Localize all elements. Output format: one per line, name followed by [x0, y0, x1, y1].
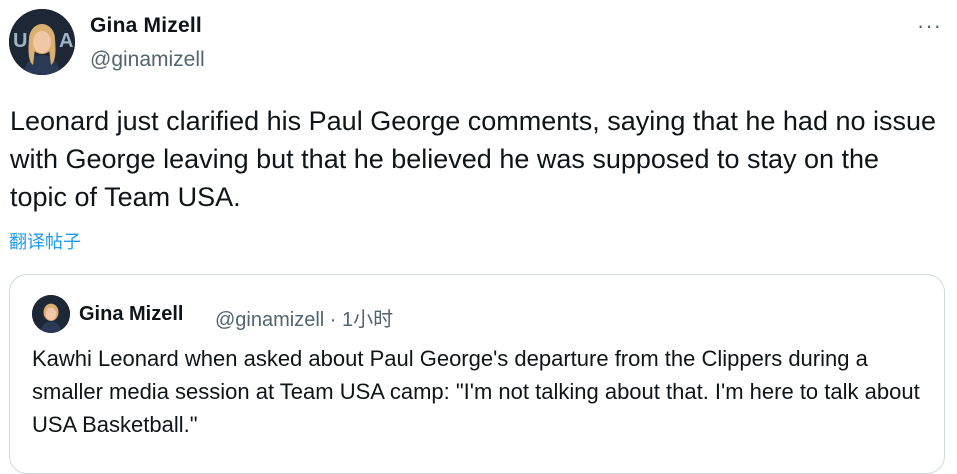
author-name[interactable]: Gina Mizell	[90, 14, 202, 38]
quoted-author-name[interactable]: Gina Mizell	[79, 303, 183, 326]
quoted-handle-time[interactable]: @ginamizell · 1小时	[215, 303, 393, 332]
avatar-logo-letters: U	[13, 30, 27, 52]
translate-post-link[interactable]: 翻译帖子	[9, 228, 81, 254]
quoted-avatar-photo	[32, 295, 70, 333]
quoted-tweet-text: Kawhi Leonard when asked about Paul Geor…	[32, 346, 920, 437]
author-avatar[interactable]: U A	[9, 9, 75, 75]
avatar-photo: U A	[9, 9, 75, 75]
author-handle[interactable]: @ginamizell	[90, 48, 205, 72]
quoted-author-avatar[interactable]	[32, 295, 70, 333]
quoted-tweet-card[interactable]: Gina Mizell @ginamizell · 1小时 Kawhi Leon…	[9, 274, 945, 474]
tweet-text: Leonard just clarified his Paul George c…	[10, 106, 937, 212]
svg-text:A: A	[59, 30, 73, 52]
more-horizontal-icon[interactable]: ···	[917, 15, 942, 37]
